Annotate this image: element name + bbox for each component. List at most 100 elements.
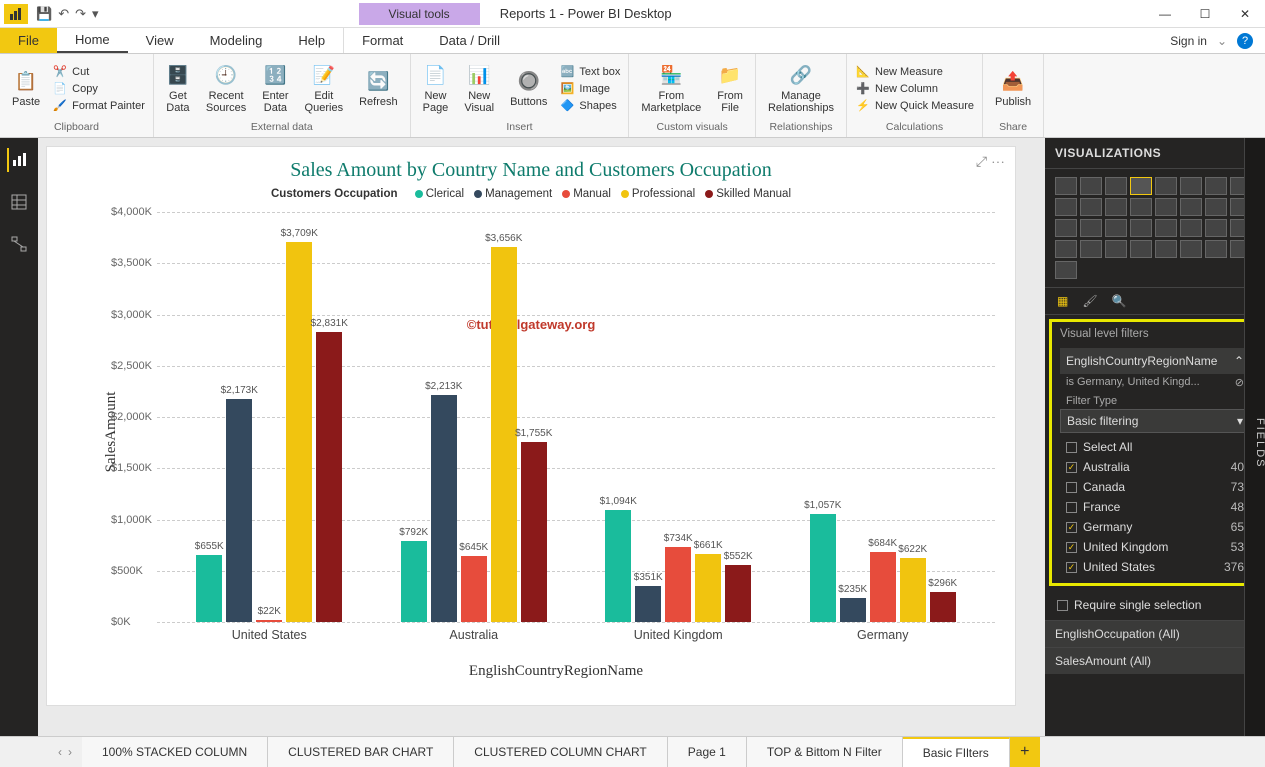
refresh-button[interactable]: 🔄Refresh: [353, 68, 404, 110]
bar[interactable]: $22K: [256, 620, 282, 622]
format-painter-button[interactable]: 🖌️Format Painter: [50, 98, 147, 113]
chart-visual[interactable]: ⤢ ⋯ Sales Amount by Country Name and Cus…: [46, 146, 1016, 706]
format-tab[interactable]: Format: [343, 28, 421, 53]
from-marketplace-button[interactable]: 🏪From Marketplace: [635, 62, 707, 116]
help-icon[interactable]: ?: [1237, 33, 1253, 49]
viz-type-icon[interactable]: [1105, 219, 1127, 237]
viz-type-icon[interactable]: [1130, 198, 1152, 216]
require-single-selection[interactable]: Require single selection: [1045, 590, 1265, 620]
filter-sales-amount[interactable]: SalesAmount (All): [1045, 647, 1265, 674]
new-visual-button[interactable]: 📊New Visual: [458, 62, 500, 116]
visual-tools-tab[interactable]: Visual tools: [359, 3, 480, 25]
visual-actions[interactable]: ⤢ ⋯: [976, 153, 1005, 170]
minimize-button[interactable]: —: [1145, 0, 1185, 28]
report-canvas[interactable]: ⤢ ⋯ Sales Amount by Country Name and Cus…: [38, 138, 1045, 736]
viz-type-icon[interactable]: [1155, 219, 1177, 237]
buttons-button[interactable]: 🔘Buttons: [504, 68, 553, 110]
bar[interactable]: $3,709K: [286, 242, 312, 622]
bar[interactable]: $235K: [840, 598, 866, 622]
new-column-button[interactable]: ➕New Column: [853, 81, 976, 96]
viz-type-icon[interactable]: [1205, 219, 1227, 237]
report-view-icon[interactable]: [7, 148, 31, 172]
fields-pane-tab[interactable]: FIELDS: [1244, 138, 1265, 736]
maximize-button[interactable]: ☐: [1185, 0, 1225, 28]
edit-queries-button[interactable]: 📝Edit Queries: [299, 62, 350, 116]
viz-type-icon[interactable]: [1180, 219, 1202, 237]
help-tab[interactable]: Help: [280, 28, 343, 53]
new-measure-button[interactable]: 📐New Measure: [853, 64, 976, 79]
text-box-button[interactable]: 🔤Text box: [557, 64, 622, 79]
viz-type-icon[interactable]: [1180, 240, 1202, 258]
qat-dropdown-icon[interactable]: ▾: [92, 6, 99, 22]
viz-type-icon[interactable]: [1155, 177, 1177, 195]
filter-english-occupation[interactable]: EnglishOccupation (All): [1045, 620, 1265, 647]
viz-type-icon[interactable]: [1105, 177, 1127, 195]
viz-type-icon[interactable]: [1205, 177, 1227, 195]
viz-type-icon[interactable]: [1055, 261, 1077, 279]
new-page-button[interactable]: 📄New Page: [417, 62, 455, 116]
viz-type-icon[interactable]: [1130, 219, 1152, 237]
recent-sources-button[interactable]: 🕘Recent Sources: [200, 62, 252, 116]
signin-link[interactable]: Sign in: [1170, 34, 1207, 48]
fields-mode-icon[interactable]: ▦: [1057, 294, 1068, 308]
redo-icon[interactable]: ↷: [75, 6, 86, 22]
get-data-button[interactable]: 🗄️Get Data: [160, 62, 196, 116]
copy-button[interactable]: 📄Copy: [50, 81, 147, 96]
viz-type-icon[interactable]: [1180, 177, 1202, 195]
file-tab[interactable]: File: [0, 28, 57, 53]
viz-type-icon[interactable]: [1205, 198, 1227, 216]
bar[interactable]: $2,831K: [316, 332, 342, 622]
page-tab[interactable]: 100% STACKED COLUMN: [82, 737, 268, 767]
page-tab[interactable]: Basic FIlters: [903, 737, 1010, 767]
save-icon[interactable]: 💾: [36, 6, 52, 22]
new-quick-measure-button[interactable]: ⚡New Quick Measure: [853, 98, 976, 113]
bar[interactable]: $622K: [900, 558, 926, 622]
format-mode-icon[interactable]: 🖌: [1082, 294, 1097, 308]
paste-button[interactable]: 📋Paste: [6, 68, 46, 110]
legend-item[interactable]: Clerical: [405, 188, 464, 200]
home-tab[interactable]: Home: [57, 28, 128, 53]
enter-data-button[interactable]: 🔢Enter Data: [256, 62, 294, 116]
analytics-mode-icon[interactable]: 🔍: [1112, 294, 1127, 308]
cut-button[interactable]: ✂️Cut: [50, 64, 147, 79]
from-file-button[interactable]: 📁From File: [711, 62, 749, 116]
chevron-up-icon[interactable]: ⌃: [1234, 354, 1244, 368]
viz-type-icon[interactable]: [1055, 177, 1077, 195]
shapes-button[interactable]: 🔷Shapes: [557, 98, 622, 113]
page-tab[interactable]: CLUSTERED COLUMN CHART: [454, 737, 667, 767]
undo-icon[interactable]: ↶: [58, 6, 69, 22]
chevron-down-icon[interactable]: ⌄: [1217, 34, 1227, 48]
page-tab[interactable]: CLUSTERED BAR CHART: [268, 737, 454, 767]
clear-filter-icon[interactable]: ⊘: [1235, 376, 1244, 389]
viz-type-icon[interactable]: [1080, 177, 1102, 195]
data-view-icon[interactable]: [7, 190, 31, 214]
model-view-icon[interactable]: [7, 232, 31, 256]
legend-item[interactable]: Professional: [611, 188, 695, 200]
legend-item[interactable]: Skilled Manual: [695, 188, 791, 200]
bar[interactable]: $684K: [870, 552, 896, 622]
viz-type-icon[interactable]: [1055, 198, 1077, 216]
bar[interactable]: $661K: [695, 554, 721, 622]
viz-type-icon[interactable]: [1080, 198, 1102, 216]
viz-type-icon[interactable]: [1055, 219, 1077, 237]
modeling-tab[interactable]: Modeling: [192, 28, 281, 53]
manage-relationships-button[interactable]: 🔗Manage Relationships: [762, 62, 840, 116]
viz-type-icon[interactable]: [1080, 219, 1102, 237]
viz-type-icon[interactable]: [1105, 240, 1127, 258]
legend-item[interactable]: Manual: [552, 188, 611, 200]
bar[interactable]: $655K: [196, 555, 222, 622]
viz-type-icon[interactable]: [1205, 240, 1227, 258]
bar[interactable]: $3,656K: [491, 247, 517, 622]
viz-type-icon[interactable]: [1155, 198, 1177, 216]
publish-button[interactable]: 📤Publish: [989, 68, 1037, 110]
tab-prev-icon[interactable]: ‹: [58, 745, 62, 759]
viz-type-icon[interactable]: [1155, 240, 1177, 258]
image-button[interactable]: 🖼️Image: [557, 81, 622, 96]
viz-type-icon[interactable]: [1105, 198, 1127, 216]
bar[interactable]: $2,213K: [431, 395, 457, 622]
filter-option[interactable]: ✓United States376: [1060, 557, 1250, 577]
viz-type-icon[interactable]: [1180, 198, 1202, 216]
tab-next-icon[interactable]: ›: [68, 745, 72, 759]
select-all-option[interactable]: Select All: [1060, 437, 1250, 457]
bar[interactable]: $552K: [725, 565, 751, 622]
